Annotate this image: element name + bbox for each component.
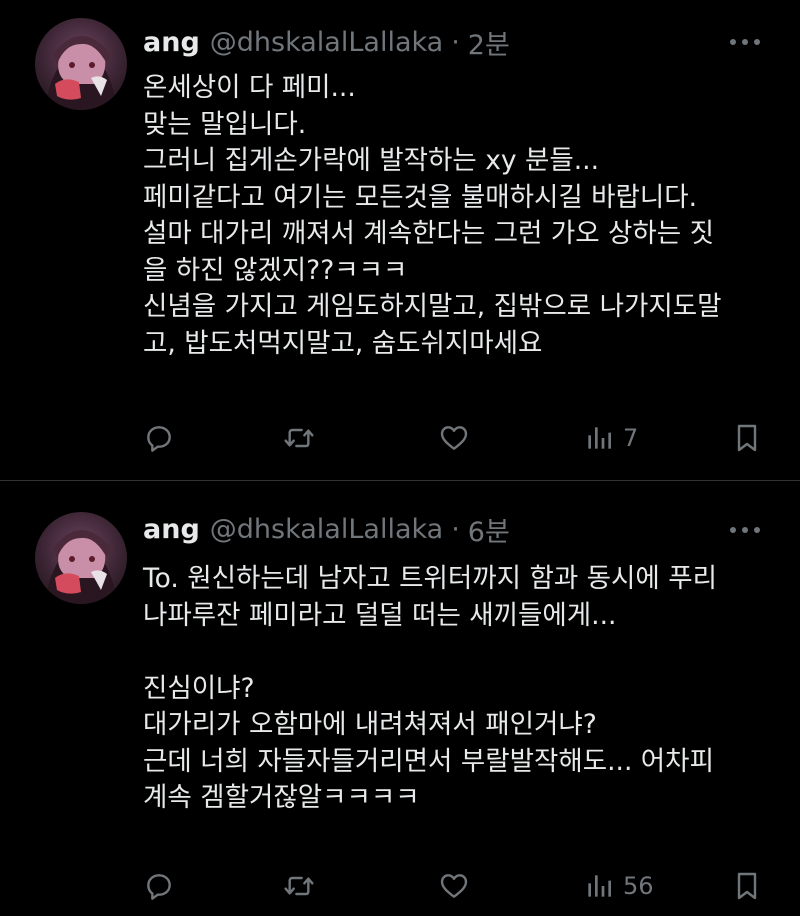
more-icon[interactable] (730, 32, 760, 52)
heart-icon (440, 874, 468, 898)
bookmark-button[interactable] (731, 418, 763, 458)
author-name[interactable]: ang (143, 27, 200, 58)
tweet-line: 나파루잔 페미라고 덜덜 떠는 새끼들에게... (143, 599, 617, 631)
tweet-line: 맞는 말입니다. (143, 108, 307, 140)
tweet-text: To. 원신하는데 남자고 트위터까지 함과 동시에 푸리 나파루잔 페미라고 … (143, 561, 783, 817)
retweet-icon (284, 876, 314, 896)
tweet-line: 진심이냐? (143, 672, 255, 704)
tweet-line: 고, 밥도처먹지말고, 숨도쉬지마세요 (143, 327, 543, 359)
avatar[interactable] (35, 512, 127, 604)
like-button[interactable] (438, 418, 470, 458)
views-button[interactable]: 56 (583, 866, 654, 906)
action-bar: 7 (143, 418, 783, 458)
bookmark-icon (737, 424, 757, 452)
tweet-line: 계속 겜할거잖알ㅋㅋㅋㅋ (143, 782, 420, 813)
tweet-line: 근데 너희 자들자들거리면서 부랄발작해도... 어차피 (143, 745, 714, 777)
reply-button[interactable] (143, 866, 175, 906)
author-name[interactable]: ang (143, 514, 200, 545)
tweet-line: 그러니 집게손가락에 발작하는 xy 분들... (143, 145, 600, 176)
like-button[interactable] (438, 866, 470, 906)
tweet-line: 을 하진 않겠지??ㅋㅋㅋ (143, 254, 408, 286)
tweet-line: 대가리가 오함마에 내려쳐져서 패인거냐? (143, 709, 597, 740)
author-handle[interactable]: @dhskalalLallaka (210, 27, 443, 58)
tweet-header: ang @dhskalalLallaka · 6분 (143, 509, 510, 549)
tweet-line: 페미같다고 여기는 모든것을 불매하시길 바랍니다. (143, 181, 698, 213)
tweet-line (143, 634, 783, 671)
bookmark-button[interactable] (731, 866, 763, 906)
avatar[interactable] (35, 18, 127, 110)
views-icon (588, 875, 611, 897)
tweet-line: 신념을 가지고 게임도하지말고, 집밖으로 나가지도말 (143, 291, 722, 322)
views-count: 7 (623, 424, 639, 452)
tweet-text: 온세상이 다 페미... 맞는 말입니다. 그러니 집게손가락에 발작하는 xy… (143, 70, 783, 362)
retweet-button[interactable] (283, 866, 315, 906)
reply-button[interactable] (143, 418, 175, 458)
timestamp[interactable]: 6분 (468, 510, 510, 549)
reply-icon (147, 426, 171, 452)
tweet[interactable]: ang @dhskalalLallaka · 6분 To. 원신하는데 남자고 … (0, 480, 800, 916)
more-icon[interactable] (730, 520, 760, 540)
tweet[interactable]: ang @dhskalalLallaka · 2분 온세상이 다 페미... 맞… (0, 0, 800, 480)
tweet-line: To. 원신하는데 남자고 트위터까지 함과 동시에 푸리 (143, 563, 717, 594)
heart-icon (440, 426, 468, 450)
retweet-button[interactable] (283, 418, 315, 458)
views-button[interactable]: 7 (583, 418, 638, 458)
views-count: 56 (623, 872, 654, 900)
tweet-line: 온세상이 다 페미... (143, 72, 356, 103)
author-handle[interactable]: @dhskalalLallaka (210, 514, 443, 545)
tweet-line: 설마 대가리 깨져서 계속한다는 그런 가오 상하는 짓 (143, 218, 714, 249)
retweet-icon (284, 428, 314, 448)
reply-icon (147, 874, 171, 900)
separator: · (451, 26, 460, 58)
bookmark-icon (737, 872, 757, 900)
views-icon (588, 427, 611, 449)
timestamp[interactable]: 2분 (468, 23, 510, 62)
tweet-header: ang @dhskalalLallaka · 2분 (143, 22, 510, 62)
separator: · (451, 513, 460, 545)
action-bar: 56 (143, 866, 783, 906)
